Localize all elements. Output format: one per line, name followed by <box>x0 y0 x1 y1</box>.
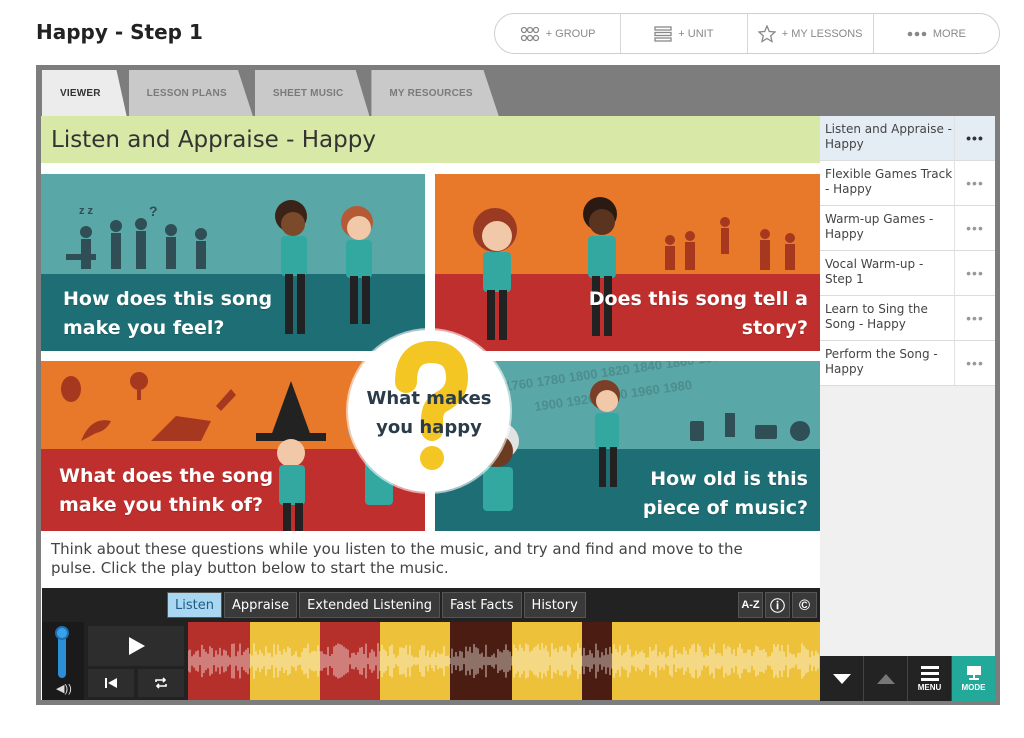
panel-feel-text: How does this song make you feel? <box>63 288 273 339</box>
tab-viewer[interactable]: VIEWER <box>42 70 127 116</box>
svg-text:z z: z z <box>79 205 94 217</box>
restart-button[interactable] <box>88 669 134 697</box>
sidebar-item-perform-the-song[interactable]: Perform the Song - Happy ••• <box>820 341 995 386</box>
page-title: Happy - Step 1 <box>36 20 203 44</box>
add-my-lessons-label: + MY LESSONS <box>781 27 863 40</box>
waveform-scrubber[interactable] <box>188 622 820 700</box>
star-icon <box>757 24 776 43</box>
waveform-segment <box>188 622 250 700</box>
add-unit-label: + UNIT <box>678 27 714 40</box>
more-dots-icon[interactable]: ••• <box>954 116 995 160</box>
lesson-frame: VIEWER LESSON PLANS SHEET MUSIC MY RESOU… <box>36 65 1000 705</box>
sidebar-item-label: Warm-up Games - Happy <box>825 212 934 241</box>
volume-slider[interactable]: ◀)) <box>42 622 84 700</box>
mode-button[interactable]: MODE <box>952 656 995 701</box>
sidebar-item-warm-up-games[interactable]: Warm-up Games - Happy ••• <box>820 206 995 251</box>
sidebar-item-flexible-games[interactable]: Flexible Games Track - Happy ••• <box>820 161 995 206</box>
sidebar-item-learn-to-sing[interactable]: Learn to Sing the Song - Happy ••• <box>820 296 995 341</box>
loop-icon <box>155 677 167 689</box>
volume-knob[interactable] <box>55 626 69 640</box>
player-icon-group: A-Z ⓘ © <box>738 592 817 618</box>
waveform-segment <box>450 622 512 700</box>
panel-feel: z z ? How does this song make you feel? <box>41 174 425 351</box>
more-button[interactable]: MORE <box>874 14 999 53</box>
player-tab-history[interactable]: History <box>523 592 586 618</box>
loop-button[interactable] <box>138 669 184 697</box>
player-tab-fast-facts[interactable]: Fast Facts <box>442 592 522 618</box>
lesson-sidebar: Listen and Appraise - Happy ••• Flexible… <box>820 116 995 656</box>
mode-label: MODE <box>961 683 986 692</box>
triangle-down-icon <box>832 673 851 684</box>
hamburger-icon <box>920 666 939 681</box>
audio-player: Listen Appraise Extended Listening Fast … <box>42 588 820 700</box>
a-z-icon[interactable]: A-Z <box>738 592 763 618</box>
add-unit-button[interactable]: + UNIT <box>621 14 748 53</box>
panel-story-text: Does this song tell a story? <box>588 288 808 339</box>
player-tab-appraise[interactable]: Appraise <box>223 592 298 618</box>
dots-icon <box>907 31 927 36</box>
triangle-up-icon <box>876 673 895 684</box>
unit-icon <box>654 25 672 42</box>
center-question-circle: What makes you happy <box>348 330 510 492</box>
previous-button[interactable] <box>864 656 908 701</box>
add-group-button[interactable]: + GROUP <box>495 14 622 53</box>
more-dots-icon[interactable]: ••• <box>954 161 995 205</box>
presentation-icon <box>966 666 981 680</box>
sidebar-item-label: Perform the Song - Happy <box>825 347 938 376</box>
more-label: MORE <box>932 27 966 40</box>
tab-bar: VIEWER LESSON PLANS SHEET MUSIC MY RESOU… <box>42 70 501 116</box>
sidebar-item-label: Vocal Warm-up - Step 1 <box>825 257 924 286</box>
viewer-panel: Listen and Appraise - Happy z z ? How do… <box>41 116 820 700</box>
player-tabs: Listen Appraise Extended Listening Fast … <box>167 592 586 618</box>
more-dots-icon[interactable]: ••• <box>954 296 995 340</box>
info-icon[interactable]: ⓘ <box>765 592 790 618</box>
copyright-icon[interactable]: © <box>792 592 817 618</box>
top-actions-bar: + GROUP + UNIT + MY LESSONS MORE <box>494 13 1000 54</box>
add-my-lessons-button[interactable]: + MY LESSONS <box>748 14 874 53</box>
tab-sheet-music[interactable]: SHEET MUSIC <box>254 70 370 116</box>
svg-text:?: ? <box>149 203 158 219</box>
lesson-title: Listen and Appraise - Happy <box>41 116 820 163</box>
more-dots-icon[interactable]: ••• <box>954 341 995 385</box>
group-icon <box>520 26 539 41</box>
play-button[interactable] <box>88 626 184 666</box>
panel-think-text: What does the song make you think of? <box>59 465 274 516</box>
panel-old-text: How old is this piece of music? <box>642 468 808 519</box>
speaker-icon: ◀)) <box>56 683 72 695</box>
sidebar-controls: MENU MODE <box>820 656 995 701</box>
sidebar-item-vocal-warm-up[interactable]: Vocal Warm-up - Step 1 ••• <box>820 251 995 296</box>
sidebar-item-label: Flexible Games Track - Happy <box>825 167 953 196</box>
menu-label: MENU <box>917 683 942 692</box>
sidebar-item-listen-and-appraise[interactable]: Listen and Appraise - Happy ••• <box>820 116 995 161</box>
sidebar-item-label: Learn to Sing the Song - Happy <box>825 302 928 331</box>
tab-lesson-plans[interactable]: LESSON PLANS <box>128 70 253 116</box>
more-dots-icon[interactable]: ••• <box>954 251 995 295</box>
panel-story: Does this song tell a story? <box>435 174 820 351</box>
lesson-description: Think about these questions while you li… <box>51 540 743 577</box>
more-dots-icon[interactable]: ••• <box>954 206 995 250</box>
play-icon <box>129 637 145 655</box>
menu-button[interactable]: MENU <box>908 656 952 701</box>
player-tab-listen[interactable]: Listen <box>167 592 222 618</box>
tab-my-resources[interactable]: MY RESOURCES <box>371 70 499 116</box>
sidebar-item-label: Listen and Appraise - Happy <box>825 122 953 151</box>
skip-back-icon <box>105 678 117 688</box>
add-group-label: + GROUP <box>545 27 596 40</box>
center-question-text: What makes you happy <box>366 388 492 438</box>
next-button[interactable] <box>820 656 864 701</box>
player-tab-extended-listening[interactable]: Extended Listening <box>299 592 441 618</box>
